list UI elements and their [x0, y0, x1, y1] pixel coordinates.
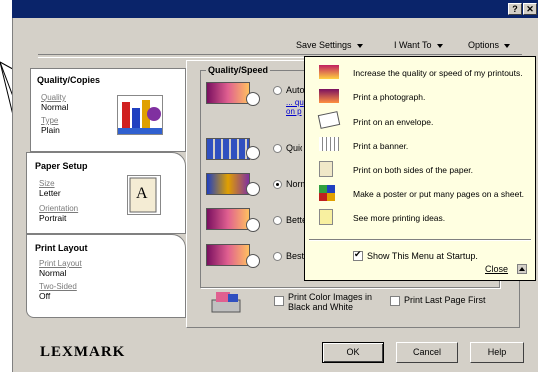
speed-dial-icon	[246, 182, 260, 196]
options-menu[interactable]: Options	[468, 40, 511, 50]
popup-item-poster[interactable]: Make a poster or put many pages on a she…	[353, 189, 524, 199]
print-bw-label: Print Color Images in Black and White	[288, 292, 373, 312]
print-layout-title: Print Layout	[35, 243, 88, 253]
normal-label: Normal	[286, 179, 304, 189]
quality-copies-panel[interactable]: Quality/Copies Quality Normal Type Plain	[30, 68, 186, 152]
i-want-to-menu[interactable]: I Want To	[394, 40, 443, 50]
envelope-icon	[317, 111, 341, 129]
popup-close-link[interactable]: Close	[485, 264, 508, 274]
chevron-down-icon	[436, 43, 443, 48]
orientation-value: Portrait	[39, 213, 67, 223]
better-preview-icon	[206, 208, 250, 230]
size-link[interactable]: Size	[39, 179, 55, 188]
popup-separator	[309, 239, 531, 241]
help-button[interactable]: Help	[470, 342, 524, 363]
color-printer-icon	[210, 290, 244, 316]
speed-dial-icon	[246, 254, 260, 268]
paper-icon: A	[127, 175, 161, 215]
better-radio[interactable]	[273, 216, 282, 225]
speed-dial-icon	[246, 92, 260, 106]
poster-icon	[319, 185, 335, 201]
print-layout-link[interactable]: Print Layout	[39, 259, 82, 268]
best-preview-icon	[206, 244, 250, 266]
print-last-page-label: Print Last Page First	[404, 295, 486, 305]
orientation-link[interactable]: Orientation	[39, 204, 78, 213]
auto-info-link[interactable]: ... qu on p	[286, 98, 304, 120]
auto-preview-icon	[206, 82, 250, 104]
i-want-to-popup: Increase the quality or speed of my prin…	[304, 56, 536, 281]
print-layout-value: Normal	[39, 268, 67, 278]
type-link[interactable]: Type	[41, 116, 58, 125]
speed-dial-icon	[246, 218, 260, 232]
quick-preview-icon	[206, 138, 250, 160]
chevron-down-icon	[356, 43, 363, 48]
show-menu-checkbox[interactable]	[353, 249, 363, 261]
quality-copies-title: Quality/Copies	[37, 75, 101, 85]
popup-item-quality[interactable]: Increase the quality or speed of my prin…	[353, 68, 523, 78]
normal-radio[interactable]	[273, 180, 282, 189]
quick-radio[interactable]	[273, 144, 282, 153]
close-icon[interactable]	[517, 264, 527, 274]
chevron-down-icon	[504, 43, 511, 48]
normal-preview-icon	[206, 173, 250, 195]
popup-item-envelope[interactable]: Print on an envelope.	[353, 117, 433, 127]
options-label: Options	[468, 40, 500, 50]
quick-label: Quick	[286, 143, 302, 153]
print-layout-panel[interactable]: Print Layout Print Layout Normal Two-Sid…	[26, 234, 186, 318]
quality-speed-title: Quality/Speed	[206, 65, 271, 75]
best-radio[interactable]	[273, 252, 282, 261]
save-settings-label: Save Settings	[296, 40, 352, 50]
type-value: Plain	[41, 125, 60, 135]
quality-link[interactable]: Quality	[41, 93, 66, 102]
ok-button[interactable]: OK	[322, 342, 384, 363]
size-value: Letter	[39, 188, 61, 198]
show-menu-label: Show This Menu at Startup.	[367, 251, 478, 261]
speed-dial-icon	[246, 146, 260, 160]
quality-value: Normal	[41, 102, 69, 112]
print-bw-checkbox[interactable]	[274, 296, 284, 306]
paper-setup-panel[interactable]: Paper Setup Size Letter Orientation Port…	[26, 152, 186, 234]
title-bar	[12, 0, 538, 18]
ideas-icon	[319, 209, 333, 225]
better-label: Better	[286, 215, 304, 225]
auto-radio[interactable]	[273, 86, 282, 95]
save-settings-menu[interactable]: Save Settings	[296, 40, 363, 50]
lexmark-logo: LEXMARK	[40, 344, 126, 360]
best-label: Best	[286, 251, 305, 261]
popup-item-two-sided[interactable]: Print on both sides of the paper.	[353, 165, 473, 175]
svg-text:A: A	[136, 185, 148, 202]
cancel-button[interactable]: Cancel	[396, 342, 458, 363]
auto-label: Auto	[286, 85, 305, 95]
two-sided-link[interactable]: Two-Sided	[39, 282, 77, 291]
photograph-icon	[319, 89, 339, 103]
banner-icon	[319, 137, 339, 151]
popup-item-banner[interactable]: Print a banner.	[353, 141, 408, 151]
help-title-button[interactable]: ?	[508, 3, 522, 15]
popup-item-ideas[interactable]: See more printing ideas.	[353, 213, 445, 223]
quality-speed-icon	[319, 65, 339, 79]
close-title-button[interactable]: ✕	[523, 3, 537, 15]
two-sided-value: Off	[39, 291, 51, 301]
quality-chart-icon	[117, 95, 163, 135]
i-want-to-label: I Want To	[394, 40, 432, 50]
two-sided-icon	[319, 161, 333, 177]
print-last-page-checkbox[interactable]	[390, 296, 400, 306]
popup-item-photograph[interactable]: Print a photograph.	[353, 92, 425, 102]
paper-setup-title: Paper Setup	[35, 161, 88, 171]
